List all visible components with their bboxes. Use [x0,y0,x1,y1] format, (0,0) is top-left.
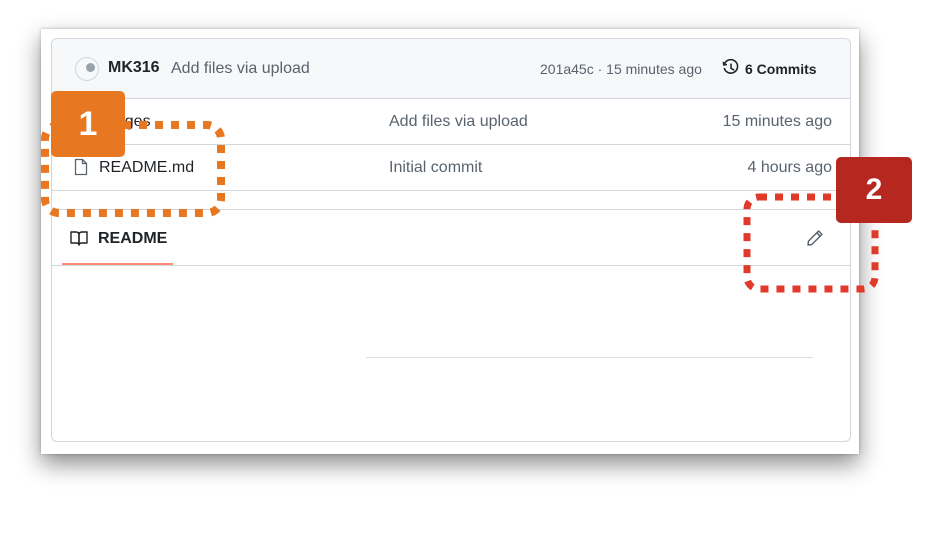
readme-tab-label: README [98,230,168,247]
readme-divider [366,357,813,358]
file-age: 15 minutes ago [722,113,832,130]
tab-readme[interactable]: README [62,210,173,265]
readme-panel: README [52,209,850,441]
commits-link[interactable]: 6 Commits [745,61,817,77]
file-commit-message[interactable]: Add files via upload [389,113,528,131]
file-browser: MK316 Add files via upload 201a45c · 15 … [51,38,851,442]
history-icon [722,59,739,74]
screenshot-window: MK316 Add files via upload 201a45c · 15 … [41,29,859,454]
readme-header-divider [52,265,850,266]
callout-badge-2: 2 [836,157,912,223]
book-icon [70,231,88,246]
avatar[interactable] [75,57,99,81]
commit-author[interactable]: MK316 [108,59,160,77]
commit-message[interactable]: Add files via upload [171,60,310,78]
file-commit-message[interactable]: Initial commit [389,159,482,177]
file-age: 4 hours ago [747,159,832,176]
commit-meta[interactable]: 201a45c · 15 minutes ago [540,61,702,77]
callout-badge-1: 1 [51,91,125,157]
latest-commit-bar: MK316 Add files via upload 201a45c · 15 … [52,39,850,99]
